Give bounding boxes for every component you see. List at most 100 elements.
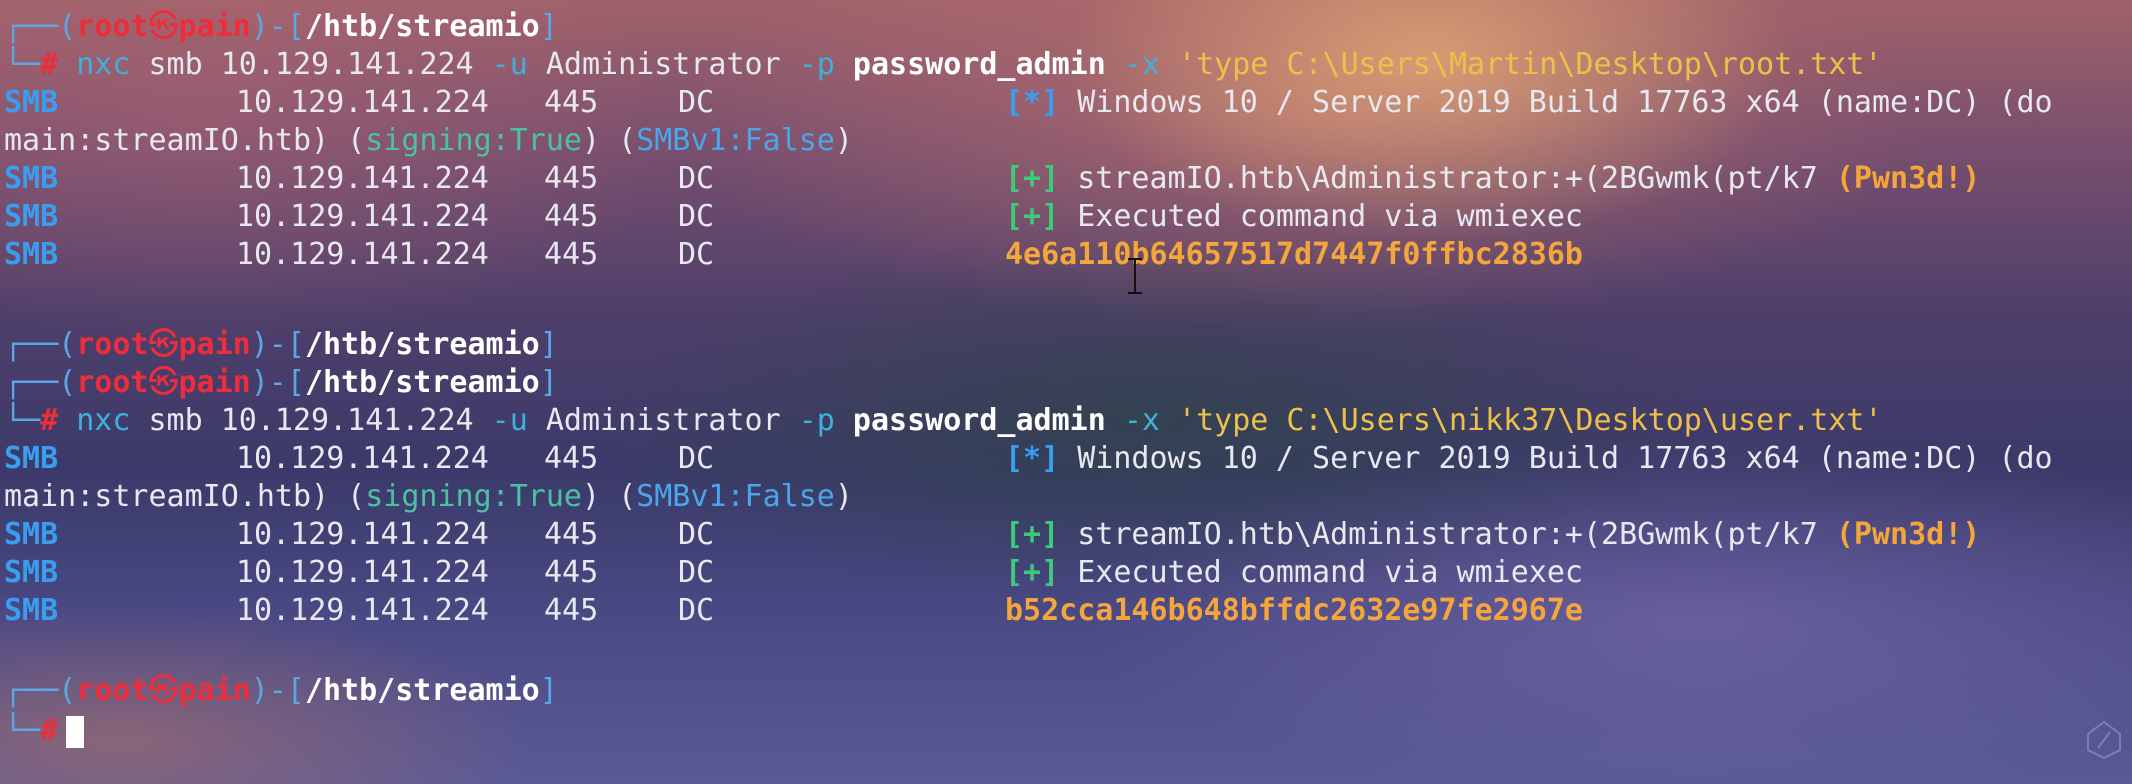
prompt-path: /htb/streamio [304, 9, 540, 44]
prompt-frame-top: ┌──( [4, 365, 77, 400]
command-pass-value: password_admin [852, 47, 1106, 82]
exec-result: Executed command via wmiexec [1059, 199, 1583, 234]
output-port: 445 [544, 517, 599, 552]
command-string: 'type C:\Users\Martin\Desktop\root.txt' [1178, 47, 1883, 82]
prompt-user: root [76, 673, 149, 708]
prompt-user: root [76, 365, 149, 400]
ok-marker: [+] [1005, 161, 1060, 196]
command-flag-p: -p [798, 403, 835, 438]
output-row: SMB 10.129.141.224 445 DC [+] streamIO.h… [4, 516, 1980, 554]
prompt-host: pain [178, 9, 251, 44]
output-ip: 10.129.141.224 [236, 555, 489, 590]
terminal-logo-icon [2087, 720, 2121, 760]
command-tool: nxc [76, 403, 131, 438]
command-user-value: Administrator [527, 47, 799, 82]
wrap-mid: ) ( [581, 479, 637, 514]
output-port: 445 [544, 555, 599, 590]
user-flag-value[interactable]: b52cca146b648bffdc2632e97fe2967e [1005, 592, 1583, 630]
prompt-at-symbol: ㉿ [148, 365, 179, 400]
prompt-path-close: ] [539, 673, 558, 708]
info-marker: [*] [1005, 441, 1060, 476]
ok-marker: [+] [1005, 199, 1060, 234]
prompt-frame-bottom: └─ [4, 713, 41, 748]
output-proto: SMB [4, 441, 59, 476]
output-port: 445 [544, 199, 599, 234]
prompt-line-2: ┌──(root㉿pain)-[/htb/streamio] [4, 326, 558, 364]
prompt-hash: # [40, 47, 59, 82]
output-host: DC [678, 199, 715, 234]
prompt-frame-bottom: └─ [4, 403, 41, 438]
output-port: 445 [544, 593, 599, 628]
wrap-end: ) [834, 123, 853, 158]
command-flag-p: -p [798, 47, 835, 82]
auth-result: streamIO.htb\Administrator:+(2BGwmk(pt/k… [1059, 517, 1836, 552]
command-pass-value: password_admin [852, 403, 1106, 438]
output-proto: SMB [4, 199, 59, 234]
signing-status: signing:True [365, 123, 582, 158]
prompt-host: pain [178, 365, 251, 400]
output-host: DC [678, 593, 715, 628]
command-args: smb 10.129.141.224 [148, 403, 492, 438]
output-wrap-line: main:streamIO.htb) (signing:True) (SMBv1… [4, 478, 853, 516]
active-command-line[interactable]: └─# [4, 712, 85, 750]
prompt-line-4: ┌──(root㉿pain)-[/htb/streamio] [4, 672, 558, 710]
output-row: SMB 10.129.141.224 445 DC [*] Windows 10… [4, 84, 2053, 122]
prompt-frame-top: ┌──( [4, 673, 77, 708]
output-port: 445 [544, 85, 599, 120]
output-proto: SMB [4, 593, 59, 628]
output-ip: 10.129.141.224 [236, 85, 489, 120]
ok-marker: [+] [1005, 517, 1060, 552]
command-string: 'type C:\Users\nikk37\Desktop\user.txt' [1178, 403, 1883, 438]
prompt-path-close: ] [539, 327, 558, 362]
prompt-user: root [76, 9, 149, 44]
prompt-at-symbol: ㉿ [148, 9, 179, 44]
smbv1-status: SMBv1:False [636, 479, 835, 514]
prompt-user: root [76, 327, 149, 362]
command-line-1: └─# nxc smb 10.129.141.224 -u Administra… [4, 46, 1882, 84]
auth-result: streamIO.htb\Administrator:+(2BGwmk(pt/k… [1059, 161, 1836, 196]
prompt-path-open: )-[ [250, 9, 305, 44]
output-ip: 10.129.141.224 [236, 441, 489, 476]
prompt-at-symbol: ㉿ [148, 673, 179, 708]
prompt-hash: # [40, 403, 59, 438]
terminal-window[interactable]: ┌──(root㉿pain)-[/htb/streamio] └─# nxc s… [0, 0, 2132, 784]
output-row: SMB 10.129.141.224 445 DC b52cca146b648b… [4, 592, 1583, 630]
output-port: 445 [544, 237, 599, 272]
output-port: 445 [544, 161, 599, 196]
prompt-host: pain [178, 327, 251, 362]
prompt-path-open: )-[ [250, 673, 305, 708]
os-info: Windows 10 / Server 2019 Build 17763 x64… [1059, 441, 2053, 476]
prompt-frame-top: ┌──( [4, 9, 77, 44]
command-flag-u: -u [491, 47, 528, 82]
wrap-mid: ) ( [581, 123, 637, 158]
output-ip: 10.129.141.224 [236, 517, 489, 552]
command-flag-u: -u [491, 403, 528, 438]
output-proto: SMB [4, 517, 59, 552]
wrap-domain: main:streamIO.htb) ( [4, 479, 366, 514]
prompt-path: /htb/streamio [304, 327, 540, 362]
command-args: smb 10.129.141.224 [148, 47, 492, 82]
wrap-end: ) [834, 479, 853, 514]
os-info: Windows 10 / Server 2019 Build 17763 x64… [1059, 85, 2053, 120]
output-proto: SMB [4, 555, 59, 590]
smbv1-status: SMBv1:False [636, 123, 835, 158]
output-host: DC [678, 161, 715, 196]
output-ip: 10.129.141.224 [236, 161, 489, 196]
output-host: DC [678, 517, 715, 552]
output-proto: SMB [4, 237, 59, 272]
prompt-path: /htb/streamio [304, 365, 540, 400]
output-wrap-line: main:streamIO.htb) (signing:True) (SMBv1… [4, 122, 853, 160]
prompt-line-1: ┌──(root㉿pain)-[/htb/streamio] [4, 8, 558, 46]
output-proto: SMB [4, 161, 59, 196]
output-host: DC [678, 237, 715, 272]
pwned-badge: (Pwn3d!) [1835, 517, 1981, 552]
prompt-path-close: ] [539, 365, 558, 400]
output-row: SMB 10.129.141.224 445 DC [*] Windows 10… [4, 440, 2053, 478]
output-host: DC [678, 555, 715, 590]
output-proto: SMB [4, 85, 59, 120]
root-flag-value[interactable]: 4e6a110b64657517d7447f0ffbc2836b [1005, 236, 1583, 274]
command-tool: nxc [76, 47, 131, 82]
prompt-at-symbol: ㉿ [148, 327, 179, 362]
command-flag-x: -x [1123, 47, 1160, 82]
prompt-hash: # [40, 713, 59, 748]
